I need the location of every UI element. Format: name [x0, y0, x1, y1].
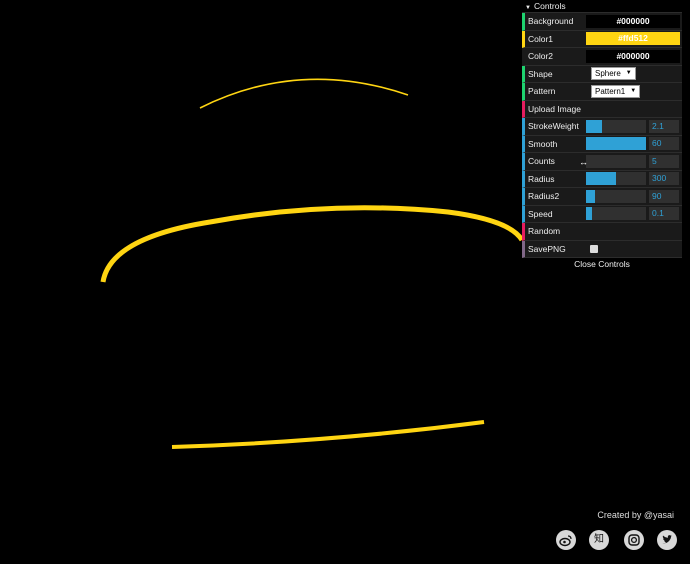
- speed-label: Speed: [528, 208, 553, 219]
- ring-arc-top: [199, 78, 409, 109]
- random-label: Random: [528, 226, 561, 237]
- background-label: Background: [528, 16, 574, 27]
- counts-slider[interactable]: ↔: [579, 154, 646, 168]
- row-color2: Color2 #000000: [522, 48, 682, 66]
- radius2-label: Radius2: [528, 191, 560, 202]
- row-radius2: Radius2 90: [522, 188, 682, 206]
- row-savepng: SavePNG: [522, 240, 682, 258]
- color2-label: Color2: [528, 51, 554, 62]
- pattern-label: Pattern: [528, 86, 556, 97]
- strokeweight-input[interactable]: 2.1: [649, 119, 679, 133]
- smooth-label: Smooth: [528, 138, 558, 149]
- smooth-slider[interactable]: [586, 137, 646, 151]
- slider-fill: [586, 189, 595, 203]
- row-random[interactable]: Random: [522, 223, 682, 241]
- row-speed: Speed 0.1: [522, 205, 682, 223]
- row-radius: Radius 300: [522, 170, 682, 188]
- savepng-checkbox[interactable]: [590, 244, 598, 253]
- radius2-input[interactable]: 90: [649, 189, 679, 203]
- background-color-swatch[interactable]: #000000: [586, 14, 680, 28]
- ring-arc-bottom: [171, 420, 485, 449]
- savepng-label: SavePNG: [528, 243, 566, 254]
- row-shape: Shape Sphere ▼: [522, 65, 682, 83]
- credit-text: Created by @yasai: [597, 510, 674, 520]
- counts-input[interactable]: 5: [649, 154, 679, 168]
- row-strokeweight: StrokeWeight 2.1: [522, 118, 682, 136]
- radius-slider[interactable]: [586, 172, 646, 186]
- twitter-icon[interactable]: [657, 530, 677, 550]
- slider-fill: [586, 119, 603, 133]
- resize-cursor-icon: ↔: [579, 156, 588, 167]
- row-counts: Counts ↔ 5: [522, 153, 682, 171]
- dropdown-arrow-icon: ▼: [625, 70, 632, 77]
- row-color1: Color1 #ffd512: [522, 30, 682, 48]
- row-background: Background #000000: [522, 13, 682, 31]
- shape-select[interactable]: Sphere ▼: [591, 67, 636, 81]
- radius2-slider[interactable]: [586, 189, 646, 203]
- shape-label: Shape: [528, 68, 553, 79]
- close-controls-button[interactable]: Close Controls: [522, 258, 682, 270]
- slider-fill: [586, 172, 616, 186]
- speed-slider[interactable]: [586, 207, 646, 221]
- counts-label: Counts: [528, 156, 555, 167]
- row-pattern: Pattern Pattern1 ▼: [522, 83, 682, 101]
- row-upload-image[interactable]: Upload Image: [522, 100, 682, 118]
- radius-input[interactable]: 300: [649, 172, 679, 186]
- zhihu-icon[interactable]: 知: [589, 530, 609, 550]
- strokeweight-slider[interactable]: [586, 119, 646, 133]
- slider-fill: [586, 207, 592, 221]
- controls-panel: ▼ Controls Background #000000 Color1 #ffd…: [522, 0, 682, 270]
- strokeweight-label: StrokeWeight: [528, 121, 579, 132]
- collapse-triangle-icon: ▼: [525, 5, 531, 11]
- ring-arc-middle: [100, 205, 525, 283]
- color1-label: Color1: [528, 33, 554, 44]
- smooth-input[interactable]: 60: [649, 137, 679, 151]
- controls-title[interactable]: ▼ Controls: [522, 0, 682, 13]
- radius-label: Radius: [528, 173, 555, 184]
- color1-swatch[interactable]: #ffd512: [586, 32, 680, 46]
- weibo-icon[interactable]: [556, 530, 576, 550]
- slider-fill: [586, 137, 646, 151]
- instagram-icon[interactable]: [624, 530, 644, 550]
- speed-input[interactable]: 0.1: [649, 207, 679, 221]
- dropdown-arrow-icon: ▼: [630, 87, 637, 94]
- upload-image-label: Upload Image: [528, 103, 581, 114]
- row-smooth: Smooth 60: [522, 135, 682, 153]
- color2-swatch[interactable]: #000000: [586, 49, 680, 63]
- pattern-select[interactable]: Pattern1 ▼: [591, 84, 641, 98]
